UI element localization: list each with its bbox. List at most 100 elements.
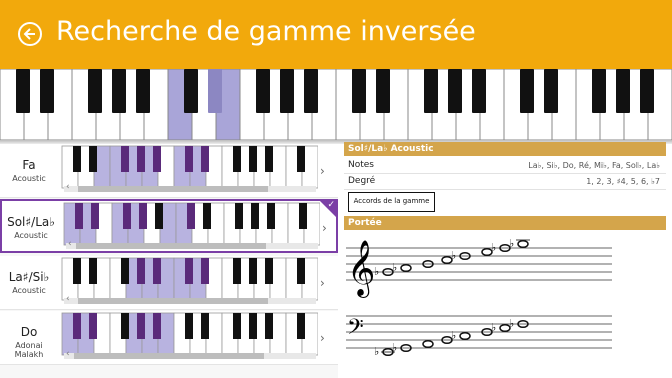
scroll-left-icon[interactable]: ‹	[66, 294, 70, 304]
back-button[interactable]	[18, 22, 42, 46]
mini-black-key	[251, 203, 259, 229]
treble-clef-icon: 𝄞	[347, 240, 375, 298]
mini-scrollbar[interactable]	[64, 298, 316, 304]
piano-keyboard[interactable]	[0, 69, 672, 140]
svg-text:♭: ♭	[491, 321, 496, 334]
music-staff: 𝄞 ♭ ♭ ♭ ♭ ♭ �	[346, 237, 612, 358]
mini-black-key	[201, 258, 209, 284]
svg-text:♭: ♭	[509, 317, 514, 330]
scale-name: Sol♯/La♭	[7, 215, 55, 229]
mini-black-key	[75, 203, 83, 229]
page-title: Recherche de gamme inversée	[56, 16, 476, 47]
black-key[interactable]	[208, 69, 222, 113]
scroll-thumb[interactable]	[78, 186, 268, 192]
treble-staff: 𝄞 ♭ ♭ ♭ ♭ ♭	[346, 237, 612, 298]
mini-keyboard	[63, 202, 320, 246]
black-key[interactable]	[256, 69, 270, 113]
svg-text:♭: ♭	[509, 237, 514, 250]
svg-text:♭: ♭	[392, 341, 397, 354]
mini-black-key	[187, 203, 195, 229]
check-icon: ✓	[327, 200, 335, 210]
black-key[interactable]	[304, 69, 318, 113]
mini-scrollbar[interactable]	[64, 186, 316, 192]
mini-black-key	[203, 203, 211, 229]
mini-black-key	[89, 313, 97, 339]
svg-text:♭: ♭	[392, 261, 397, 274]
mini-black-key	[201, 146, 209, 172]
svg-text:♭: ♭	[374, 265, 379, 278]
mini-black-key	[249, 146, 257, 172]
mini-black-key	[137, 146, 145, 172]
scale-list-item[interactable]: Sol♯/La♭ Acoustic ‹ › ✓	[0, 199, 338, 253]
black-key[interactable]	[424, 69, 438, 113]
mini-black-key	[249, 313, 257, 339]
staff-header: Portée	[344, 216, 666, 230]
scale-mode: Acoustic	[14, 231, 48, 240]
black-key[interactable]	[88, 69, 102, 113]
mini-black-key	[155, 203, 163, 229]
black-key[interactable]	[40, 69, 54, 113]
notes-label: Notes	[348, 160, 374, 170]
black-key[interactable]	[352, 69, 366, 113]
mini-black-key	[201, 313, 209, 339]
scroll-thumb[interactable]	[74, 353, 264, 359]
scale-title-header: Sol♯/La♭ Acoustic	[344, 142, 666, 156]
mini-black-key	[265, 146, 273, 172]
black-key[interactable]	[280, 69, 294, 113]
app-window: Recherche de gamme inversée Fa Acoustic ‹ ›…	[0, 0, 672, 378]
black-key[interactable]	[136, 69, 150, 113]
mini-keyboard	[61, 145, 318, 189]
scale-list-item[interactable]: La♯/Si♭ Acoustic ‹ ›	[0, 256, 338, 310]
scale-name: Fa	[22, 158, 36, 172]
chevron-right-icon[interactable]: ›	[322, 221, 327, 235]
mini-scrollbar[interactable]	[66, 243, 318, 249]
bass-clef-icon: 𝄢	[347, 315, 364, 345]
black-key[interactable]	[472, 69, 486, 113]
scroll-thumb[interactable]	[78, 298, 268, 304]
scale-mode: Acoustic	[12, 174, 46, 183]
chevron-right-icon[interactable]: ›	[320, 276, 325, 290]
mini-black-key	[73, 258, 81, 284]
scale-mode: Adonai Malakh	[14, 341, 44, 359]
black-key[interactable]	[112, 69, 126, 113]
scale-chords-button[interactable]: Accords de la gamme	[348, 192, 435, 212]
chevron-right-icon[interactable]: ›	[320, 331, 325, 345]
scale-name: La♯/Si♭	[8, 270, 50, 284]
row-divider	[344, 173, 666, 174]
svg-text:♭: ♭	[451, 249, 456, 262]
scale-list-item[interactable]: Fa Acoustic ‹ ›	[0, 144, 338, 198]
black-key[interactable]	[592, 69, 606, 113]
degree-value: 1, 2, 3, ♯4, 5, 6, ♭7	[586, 177, 660, 186]
scale-list-item[interactable]: Do Adonai Malakh ‹ ›	[0, 311, 338, 365]
scale-name: Do	[20, 325, 38, 339]
scale-results-list[interactable]: Fa Acoustic ‹ › Sol♯/La♭ Acoustic ‹ › ✓ La♯/Si♭ Ac…	[0, 144, 338, 378]
mini-black-key	[233, 258, 241, 284]
mini-black-key	[297, 258, 305, 284]
black-key[interactable]	[616, 69, 630, 113]
mini-black-key	[89, 146, 97, 172]
mini-black-key	[73, 313, 81, 339]
black-key[interactable]	[544, 69, 558, 113]
mini-black-key	[299, 203, 307, 229]
scale-detail-panel: Sol♯/La♭ Acoustic Notes La♭, Si♭, Do, Ré…	[344, 142, 666, 378]
black-key[interactable]	[520, 69, 534, 113]
chevron-right-icon[interactable]: ›	[320, 164, 325, 178]
black-key[interactable]	[376, 69, 390, 113]
scroll-thumb[interactable]	[76, 243, 266, 249]
mini-black-key	[233, 313, 241, 339]
black-key[interactable]	[16, 69, 30, 113]
scroll-left-icon[interactable]: ‹	[68, 239, 72, 249]
mini-black-key	[297, 146, 305, 172]
mini-keyboard	[61, 257, 318, 301]
mini-scrollbar[interactable]	[64, 353, 316, 359]
mini-black-key	[89, 258, 97, 284]
scroll-left-icon[interactable]: ‹	[66, 349, 70, 359]
mini-black-key	[153, 146, 161, 172]
black-key[interactable]	[184, 69, 198, 113]
black-key[interactable]	[640, 69, 654, 113]
mini-black-key	[265, 313, 273, 339]
scale-mode: Acoustic	[12, 286, 46, 295]
scroll-left-icon[interactable]: ‹	[66, 182, 70, 192]
header-bar: Recherche de gamme inversée	[0, 0, 672, 69]
black-key[interactable]	[448, 69, 462, 113]
